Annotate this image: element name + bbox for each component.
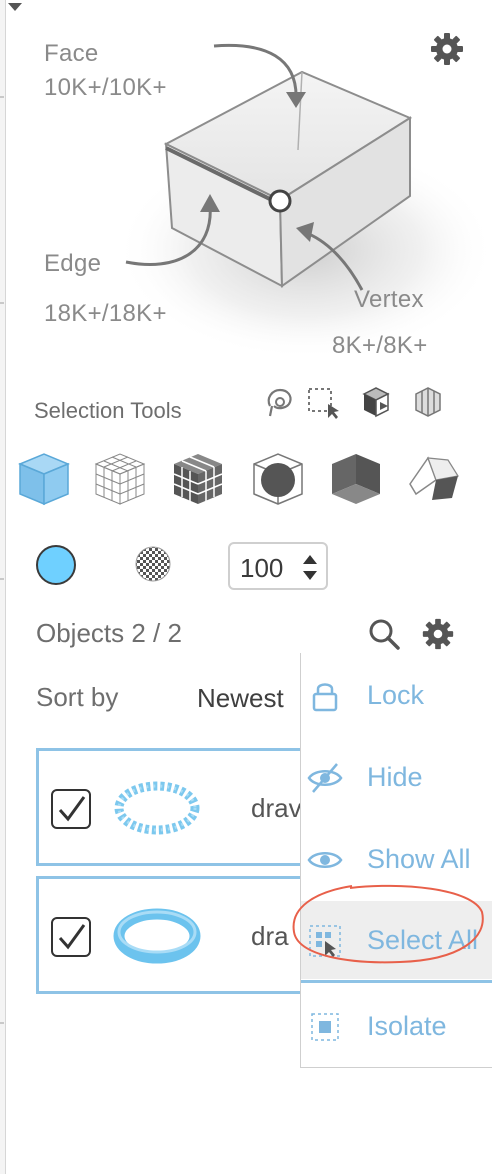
- object-name: dra: [251, 921, 289, 951]
- box-select-icon[interactable]: [306, 384, 342, 420]
- selection-stats-diagram: Face 10K+/10K+ Edge 18K+/18K+ Vertex 8K+…: [6, 0, 492, 390]
- object-row[interactable]: drav: [36, 748, 336, 866]
- eye-icon: [307, 852, 343, 868]
- cube-arrow-icon[interactable]: [358, 384, 394, 420]
- gear-icon[interactable]: [428, 30, 466, 68]
- gear-icon[interactable]: [420, 616, 456, 652]
- open-planes-icon[interactable]: [406, 450, 462, 506]
- menu-item-hide[interactable]: Hide: [301, 738, 492, 816]
- cube-slices-icon[interactable]: [410, 384, 446, 420]
- menu-item-label: Hide: [367, 762, 423, 792]
- selection-tools-title: Selection Tools: [34, 398, 182, 423]
- sort-select[interactable]: Newest: [188, 676, 304, 718]
- object-checkbox[interactable]: [51, 917, 91, 957]
- vertex-label: Vertex: [354, 286, 424, 313]
- value-stepper[interactable]: 100: [228, 542, 328, 590]
- lasso-select-icon[interactable]: [262, 384, 298, 420]
- checkmark-icon: [58, 796, 86, 822]
- object-row[interactable]: dra: [36, 876, 336, 994]
- color-swatch[interactable]: [36, 545, 76, 585]
- menu-item-label: Show All: [367, 844, 471, 874]
- checkmark-icon: [58, 924, 86, 950]
- menu-item-isolate[interactable]: Isolate: [301, 987, 492, 1065]
- lock-icon: [312, 683, 338, 712]
- object-context-menu: Lock Hide Show All Select All Isolate: [300, 653, 492, 1068]
- menu-item-select-all[interactable]: Select All: [301, 901, 492, 979]
- split-cube-icon[interactable]: [328, 450, 384, 506]
- checker-sphere-icon[interactable]: [134, 545, 172, 583]
- face-label: Face: [44, 40, 99, 67]
- select-all-icon: [309, 925, 341, 957]
- menu-divider: [301, 980, 492, 983]
- vertex-marker: [268, 189, 292, 213]
- wire-grid-cube-icon[interactable]: [92, 450, 148, 506]
- sort-select-value: Newest: [197, 683, 284, 713]
- chevron-down-icon[interactable]: [6, 0, 24, 14]
- object-checkbox[interactable]: [51, 789, 91, 829]
- search-icon[interactable]: [366, 616, 402, 652]
- eye-slash-icon: [307, 763, 343, 793]
- sphere-in-cube-icon[interactable]: [250, 450, 306, 506]
- face-count: 10K+/10K+: [44, 74, 167, 101]
- object-name: drav: [251, 793, 302, 823]
- menu-item-lock[interactable]: Lock: [301, 656, 492, 734]
- dotted-ring-thumbnail: [114, 781, 200, 835]
- stepper-value[interactable]: 100: [240, 553, 283, 584]
- edge-label: Edge: [44, 250, 102, 277]
- left-tick: [0, 302, 4, 304]
- menu-item-show-all[interactable]: Show All: [301, 820, 492, 898]
- isolate-icon: [311, 1013, 339, 1041]
- vertex-count: 8K+/8K+: [332, 332, 428, 359]
- menu-item-label: Select All: [367, 925, 479, 955]
- left-tick: [0, 96, 4, 98]
- edge-count: 18K+/18K+: [44, 300, 167, 327]
- menu-item-label: Isolate: [367, 1011, 447, 1041]
- chevron-up-icon[interactable]: [300, 552, 320, 566]
- objects-count-title: Objects 2 / 2: [36, 618, 182, 648]
- left-tick: [0, 578, 4, 580]
- left-tick: [0, 1022, 4, 1024]
- menu-item-label: Lock: [367, 680, 425, 710]
- solid-cube-icon[interactable]: [16, 450, 72, 506]
- sort-label: Sort by: [36, 682, 119, 712]
- dark-grid-cube-icon[interactable]: [170, 450, 226, 506]
- chevron-down-icon[interactable]: [300, 569, 320, 583]
- solid-ring-thumbnail: [113, 908, 201, 964]
